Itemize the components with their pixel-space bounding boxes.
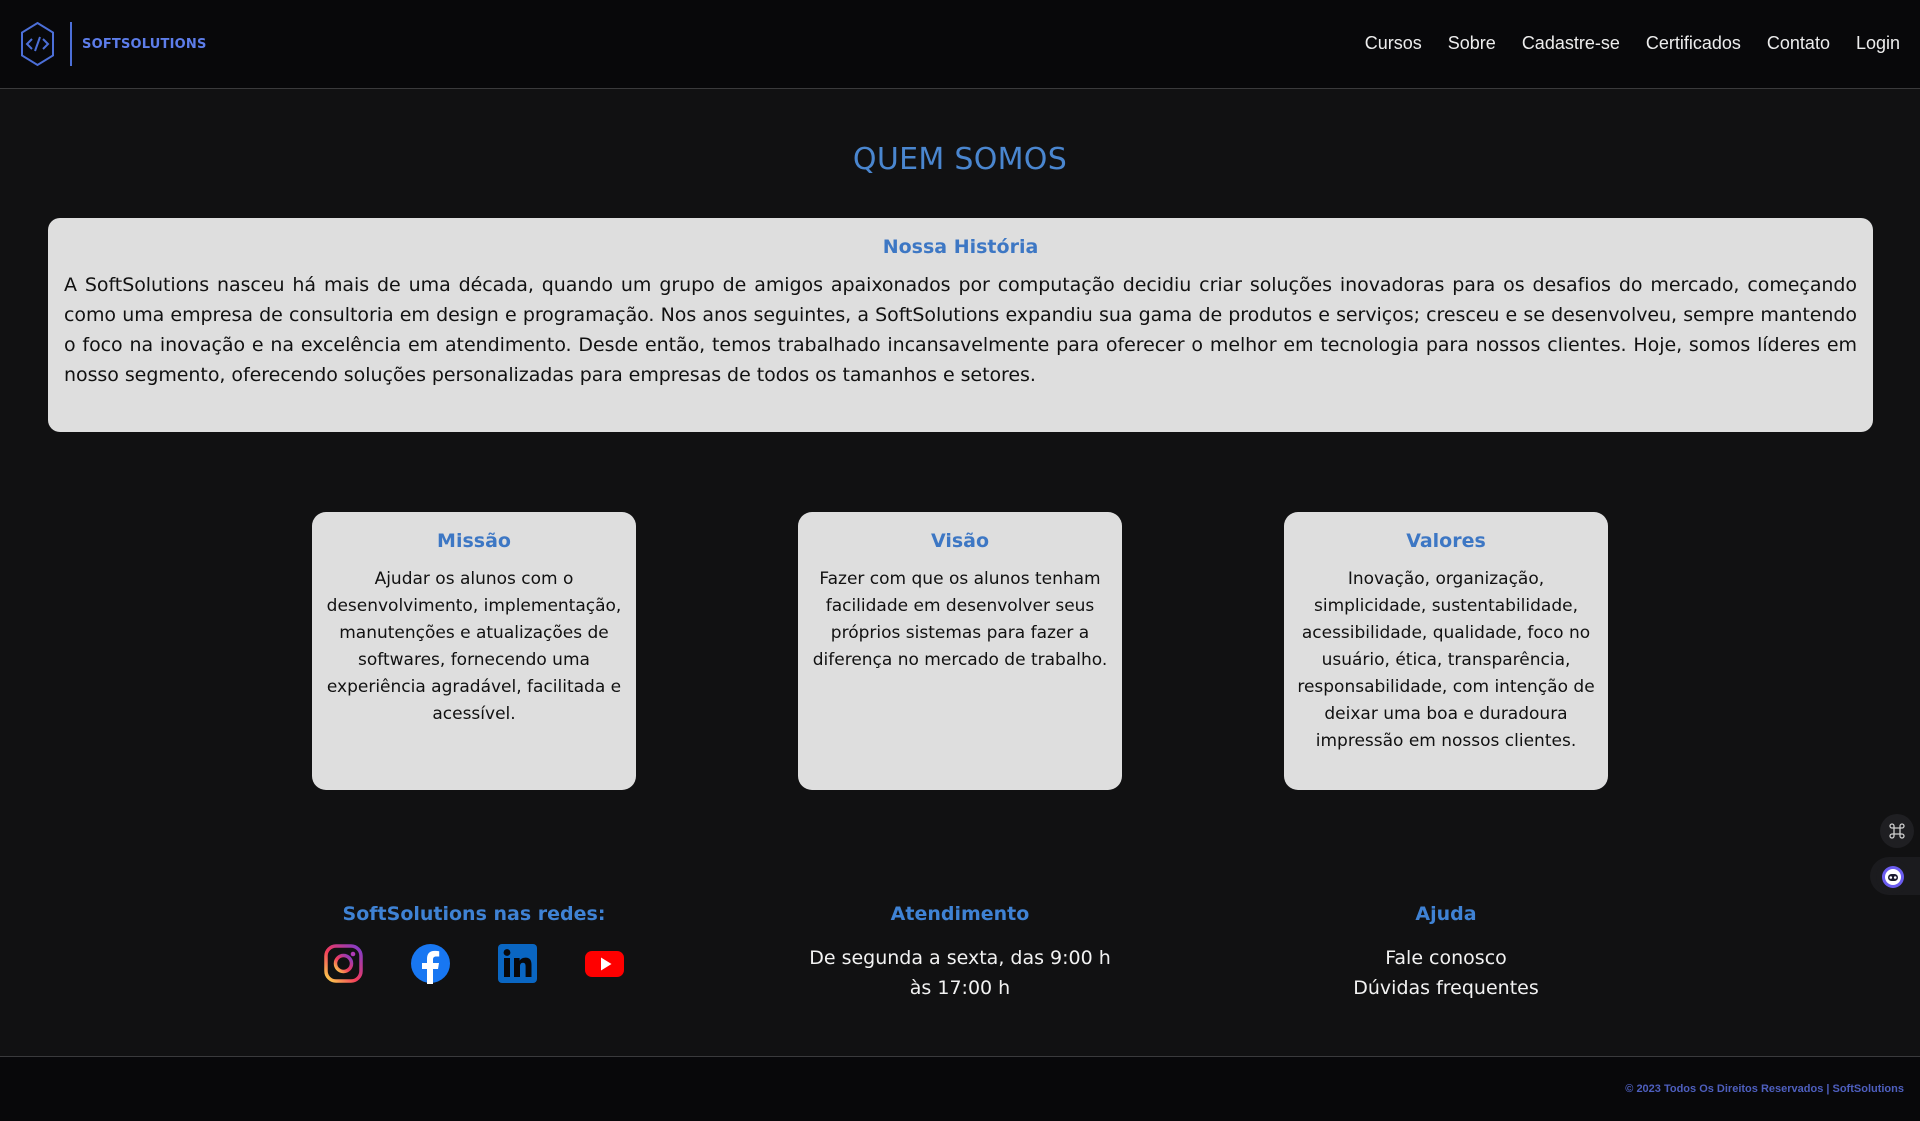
nav-certificados[interactable]: Certificados [1646, 30, 1741, 56]
values-heading: Valores [1406, 530, 1486, 552]
main-nav: Cursos Sobre Cadastre-se Certificados Co… [1339, 30, 1900, 56]
nav-cadastre-se[interactable]: Cadastre-se [1522, 30, 1620, 56]
page-title: QUEM SOMOS [852, 142, 1068, 177]
help-column: Ajuda Fale conosco Dúvidas frequentes [1236, 903, 1656, 1003]
service-hours-text: De segunda a sexta, das 9:00 h às 17:00 … [809, 947, 1111, 999]
shortcut-icon [1889, 823, 1905, 839]
mission-card: Missão Ajudar os alunos com o desenvolvi… [312, 512, 636, 790]
youtube-icon[interactable] [584, 943, 625, 984]
bottom-bar: © 2023 Todos Os Direitos Reservados | So… [0, 1056, 1920, 1121]
nav-contato[interactable]: Contato [1767, 30, 1830, 56]
facebook-icon[interactable] [410, 943, 451, 984]
assistant-bot-icon [1882, 866, 1904, 888]
shortcut-widget[interactable] [1880, 814, 1914, 848]
service-hours-column: Atendimento De segunda a sexta, das 9:00… [750, 903, 1170, 1003]
brand-name: SOFTSOLUTIONS [82, 36, 207, 52]
copyright-text: © 2023 Todos Os Direitos Reservados | So… [1625, 1083, 1904, 1095]
code-hexagon-icon [21, 21, 54, 67]
mission-text: Ajudar os alunos com o desenvolvimento, … [326, 569, 622, 724]
nav-login[interactable]: Login [1856, 30, 1900, 56]
brand-logo[interactable]: SOFTSOLUTIONS [19, 20, 207, 68]
history-heading: Nossa História [882, 236, 1039, 258]
linkedin-icon[interactable] [497, 943, 538, 984]
values-card: Valores Inovação, organização, simplicid… [1284, 512, 1608, 790]
social-column: SoftSolutions nas redes: [264, 903, 684, 984]
help-title: Ajuda [1415, 903, 1477, 925]
history-text: A SoftSolutions nasceu há mais de uma dé… [64, 274, 1857, 386]
top-header: SOFTSOLUTIONS Cursos Sobre Cadastre-se C… [0, 0, 1920, 89]
brand-divider [70, 22, 72, 66]
help-link-fale-conosco[interactable]: Fale conosco [1236, 943, 1656, 973]
values-text: Inovação, organização, simplicidade, sus… [1297, 569, 1595, 751]
help-link-duvidas-frequentes[interactable]: Dúvidas frequentes [1236, 973, 1656, 1003]
history-card: Nossa História A SoftSolutions nasceu há… [48, 218, 1873, 432]
mission-heading: Missão [437, 530, 511, 552]
vision-heading: Visão [930, 530, 990, 552]
vision-card: Visão Fazer com que os alunos tenham fac… [798, 512, 1122, 790]
social-links [264, 943, 684, 984]
nav-cursos[interactable]: Cursos [1365, 30, 1422, 56]
assistant-widget[interactable] [1876, 860, 1910, 894]
social-title: SoftSolutions nas redes: [342, 903, 606, 925]
service-hours-title: Atendimento [890, 903, 1030, 925]
instagram-icon[interactable] [323, 943, 364, 984]
vision-text: Fazer com que os alunos tenham facilidad… [812, 569, 1108, 670]
nav-sobre[interactable]: Sobre [1448, 30, 1496, 56]
